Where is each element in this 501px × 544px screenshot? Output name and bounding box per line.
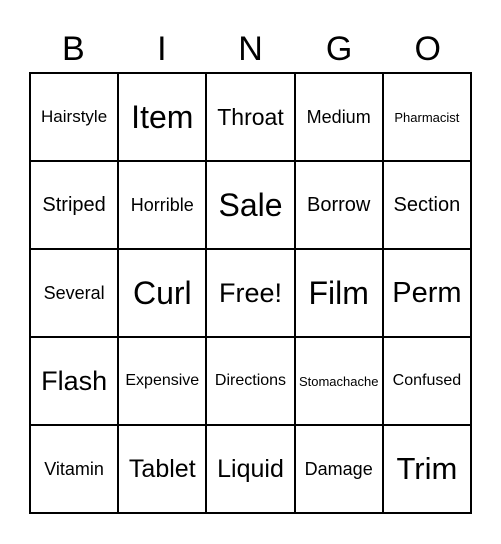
bingo-cell: Striped	[31, 162, 118, 248]
bingo-cell: Medium	[295, 74, 382, 160]
bingo-cell: Vitamin	[31, 426, 118, 512]
bingo-card-grid: Hairstyle Item Throat Medium Pharmacist …	[29, 72, 472, 514]
bingo-cell: Horrible	[119, 162, 206, 248]
header-letter-o: O	[414, 30, 441, 68]
bingo-cell: Tablet	[119, 426, 206, 512]
header-letter-i: I	[157, 30, 167, 68]
bingo-cell: Damage	[295, 426, 382, 512]
bingo-cell: Hairstyle	[31, 74, 118, 160]
header-letter-n: N	[238, 30, 263, 68]
bingo-cell: Perm	[383, 250, 470, 336]
bingo-cell: Confused	[383, 338, 470, 424]
bingo-cell: Liquid	[207, 426, 294, 512]
bingo-cell: Throat	[207, 74, 294, 160]
bingo-cell: Film	[295, 250, 382, 336]
bingo-cell: Trim	[383, 426, 470, 512]
bingo-cell: Curl	[119, 250, 206, 336]
bingo-cell: Flash	[31, 338, 118, 424]
bingo-cell: Directions	[207, 338, 294, 424]
bingo-cell: Several	[31, 250, 118, 336]
bingo-cell: Item	[119, 74, 206, 160]
bingo-cell: Borrow	[295, 162, 382, 248]
bingo-cell: Stomachache	[295, 338, 382, 424]
bingo-cell: Sale	[207, 162, 294, 248]
bingo-cell: Pharmacist	[383, 74, 470, 160]
header-letter-b: B	[61, 30, 85, 68]
header-letter-g: G	[325, 30, 353, 68]
bingo-cell: Section	[383, 162, 470, 248]
bingo-cell-free-space: Free!	[207, 250, 294, 336]
bingo-cell: Expensive	[119, 338, 206, 424]
bingo-header: B I N G O	[29, 28, 472, 70]
